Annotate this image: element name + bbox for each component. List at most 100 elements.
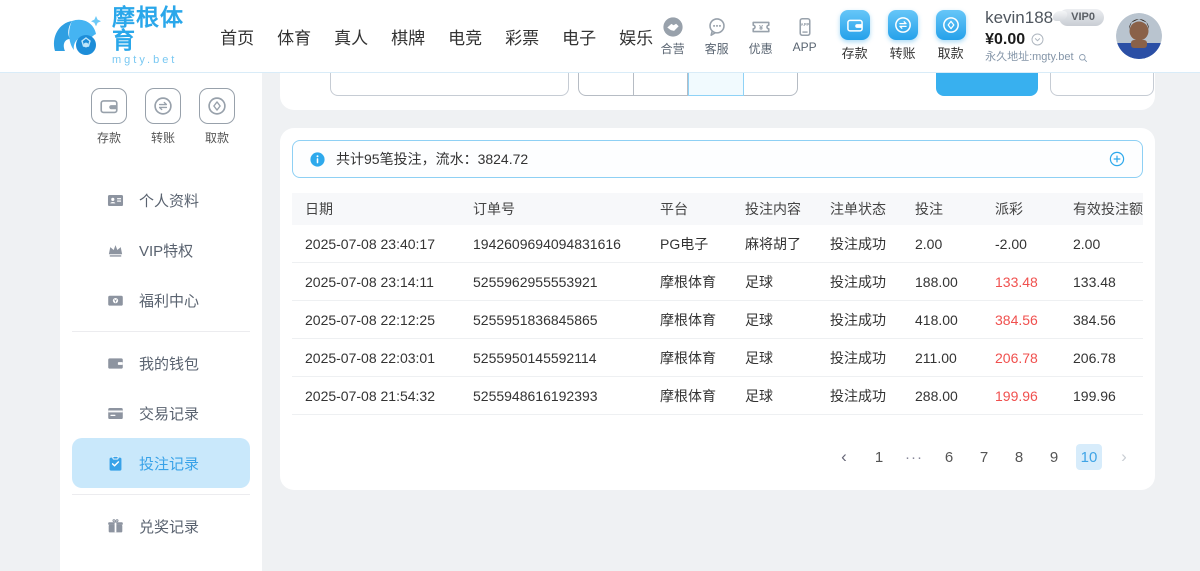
- brand-logo[interactable]: 摩根体育 mgty.bet: [50, 6, 200, 66]
- magnifier-icon[interactable]: [1077, 52, 1089, 64]
- svg-text:APP: APP: [800, 21, 809, 26]
- cell-valid: 2.00: [1060, 225, 1143, 263]
- balance-dropdown-icon[interactable]: [1030, 32, 1045, 47]
- nav-item-8[interactable]: 娱乐: [617, 20, 655, 53]
- main-nav: 首页体育真人棋牌电竞彩票电子娱乐: [218, 20, 655, 53]
- nav-item-4[interactable]: 棋牌: [389, 20, 427, 53]
- nav-item-5[interactable]: 电竞: [446, 20, 484, 53]
- welfare-icon: [105, 291, 125, 310]
- nav-item-2[interactable]: 体育: [275, 20, 313, 53]
- cell-payout: -2.00: [982, 225, 1060, 263]
- sidebar-quick-transfer[interactable]: 转账: [138, 88, 188, 146]
- cell-bet: 288.00: [902, 377, 982, 415]
- sidebar-item-wallet[interactable]: 我的钱包: [60, 338, 262, 388]
- col-header-platform: 平台: [647, 193, 732, 225]
- top-header: 摩根体育 mgty.bet 首页体育真人棋牌电竞彩票电子娱乐 合营客服 ¥ 优惠 AP…: [0, 0, 1200, 73]
- filter-range-option-4[interactable]: [744, 72, 799, 96]
- cell-status: 投注成功: [817, 377, 902, 415]
- utility-coupon[interactable]: ¥ 优惠: [743, 16, 778, 57]
- page-prev-button[interactable]: ‹: [831, 444, 857, 470]
- cell-payout: 384.56: [982, 301, 1060, 339]
- cell-content: 足球: [732, 301, 817, 339]
- utility-icon-group: 合营客服 ¥ 优惠 APPAPP: [655, 16, 822, 57]
- cell-content: 足球: [732, 263, 817, 301]
- table-body: 2025-07-08 23:40:171942609694094831616PG…: [292, 225, 1143, 415]
- col-header-date: 日期: [292, 193, 460, 225]
- cell-order: 5255948616192393: [460, 377, 647, 415]
- sidebar-quick-deposit[interactable]: 存款: [84, 88, 134, 146]
- avatar[interactable]: [1116, 13, 1162, 59]
- deposit-icon: [840, 10, 870, 40]
- cell-bet: 2.00: [902, 225, 982, 263]
- cell-valid: 384.56: [1060, 301, 1143, 339]
- filter-date-input[interactable]: [330, 72, 569, 96]
- user-block: kevin188 VIP0 ¥0.00 永久地址:mgty.bet: [985, 8, 1104, 65]
- filter-search-button[interactable]: [936, 72, 1038, 96]
- page-7[interactable]: 7: [971, 444, 997, 470]
- nav-item-6[interactable]: 彩票: [503, 20, 541, 53]
- utility-app[interactable]: APPAPP: [787, 16, 822, 57]
- withdraw-button[interactable]: 取款: [932, 10, 969, 62]
- utility-coupon-label: 优惠: [743, 40, 778, 57]
- filter-reset-button[interactable]: [1050, 72, 1154, 96]
- transactions-icon: [105, 404, 125, 423]
- sidebar-item-transactions[interactable]: 交易记录: [60, 388, 262, 438]
- transfer-icon: [888, 10, 918, 40]
- transfer-label: 转账: [884, 43, 921, 62]
- deposit-button[interactable]: 存款: [836, 10, 873, 62]
- pagination: ‹1···678910›: [831, 444, 1137, 470]
- cell-platform: 摩根体育: [647, 263, 732, 301]
- page-10[interactable]: 10: [1076, 444, 1102, 470]
- sidebar-item-prize[interactable]: 兑奖记录: [60, 501, 262, 551]
- deposit-icon: [91, 88, 127, 124]
- transfer-button[interactable]: 转账: [884, 10, 921, 62]
- col-header-order: 订单号: [460, 193, 647, 225]
- bet-records-card: 共计95笔投注，流水：3824.72 日期订单号平台投注内容注单状态投注派彩有效…: [280, 128, 1155, 490]
- bet-table-wrap: 日期订单号平台投注内容注单状态投注派彩有效投注额 2025-07-08 23:4…: [292, 193, 1143, 415]
- nav-item-7[interactable]: 电子: [560, 20, 598, 53]
- table-row: 2025-07-08 21:54:325255948616192393摩根体育足…: [292, 377, 1143, 415]
- sidebar-item-welfare[interactable]: 福利中心: [60, 275, 262, 325]
- table-row: 2025-07-08 23:14:115255962955553921摩根体育足…: [292, 263, 1143, 301]
- cell-bet: 211.00: [902, 339, 982, 377]
- page-next-button[interactable]: ›: [1111, 444, 1137, 470]
- utility-partnership-label: 合营: [655, 40, 690, 57]
- nav-item-3[interactable]: 真人: [332, 20, 370, 53]
- col-header-valid: 有效投注额: [1060, 193, 1143, 225]
- filter-range-option-1[interactable]: [578, 72, 634, 96]
- bets-icon: [105, 454, 125, 473]
- cell-bet: 418.00: [902, 301, 982, 339]
- nav-item-1[interactable]: 首页: [218, 20, 256, 53]
- filter-range-option-3-selected[interactable]: [688, 72, 744, 96]
- sidebar-divider: [72, 494, 250, 495]
- filter-range-option-2[interactable]: [634, 72, 689, 96]
- sidebar-item-transactions-label: 交易记录: [139, 403, 199, 424]
- header-wallet-actions: 存款转账取款: [836, 10, 969, 62]
- sidebar-item-profile-label: 个人资料: [139, 190, 199, 211]
- page-9[interactable]: 9: [1041, 444, 1067, 470]
- sidebar-item-welfare-label: 福利中心: [139, 290, 199, 311]
- sidebar-item-bets[interactable]: 投注记录: [72, 438, 250, 488]
- page-8[interactable]: 8: [1006, 444, 1032, 470]
- cell-platform: 摩根体育: [647, 377, 732, 415]
- cell-order: 5255962955553921: [460, 263, 647, 301]
- sidebar: 存款转账取款 个人资料 VIP特权福利中心我的钱包交易记录投注记录兑奖记录: [60, 72, 262, 571]
- sidebar-item-profile[interactable]: 个人资料: [60, 175, 262, 225]
- utility-support[interactable]: 客服: [699, 16, 734, 57]
- page-6[interactable]: 6: [936, 444, 962, 470]
- page-1[interactable]: 1: [866, 444, 892, 470]
- utility-support-label: 客服: [699, 40, 734, 57]
- expand-plus-icon[interactable]: [1108, 150, 1126, 168]
- cell-order: 1942609694094831616: [460, 225, 647, 263]
- info-icon: [309, 151, 326, 168]
- filter-range-segment: [578, 72, 798, 96]
- cell-status: 投注成功: [817, 263, 902, 301]
- coupon-icon: ¥: [743, 16, 778, 38]
- sidebar-quick-withdraw[interactable]: 取款: [192, 88, 242, 146]
- sidebar-item-vip[interactable]: VIP特权: [60, 225, 262, 275]
- utility-partnership[interactable]: 合营: [655, 16, 690, 57]
- sidebar-item-vip-label: VIP特权: [139, 240, 193, 261]
- cell-status: 投注成功: [817, 225, 902, 263]
- transfer-icon: [145, 88, 181, 124]
- svg-text:¥: ¥: [759, 22, 764, 31]
